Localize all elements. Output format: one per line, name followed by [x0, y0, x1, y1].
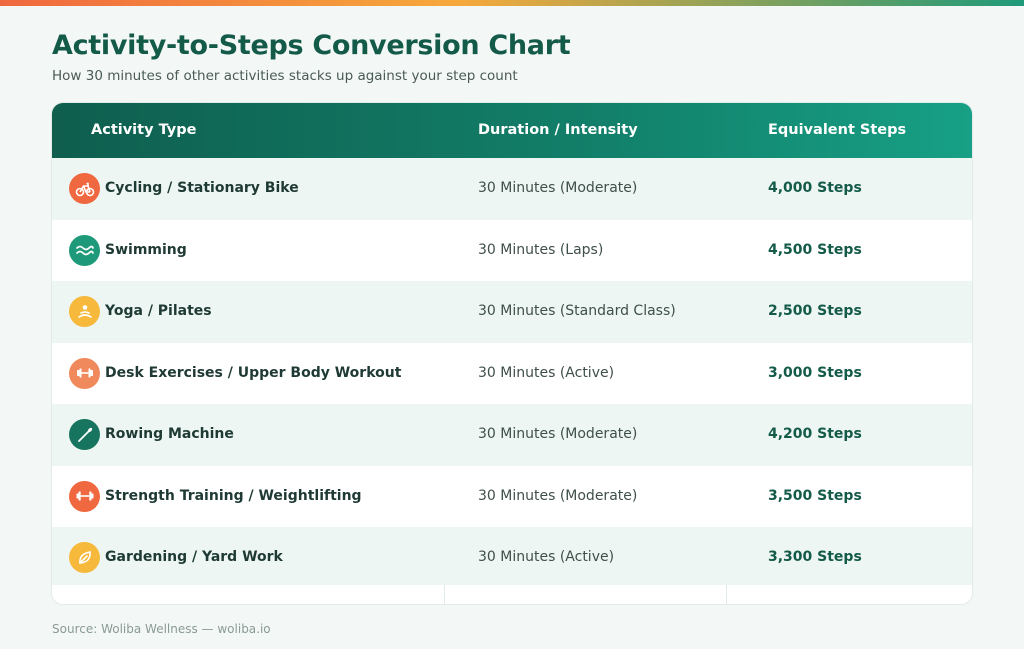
activity-name: Rowing Machine	[105, 426, 234, 442]
activity-name: Swimming	[105, 241, 187, 258]
steps-value: 4,200 Steps	[768, 426, 862, 442]
leaf-icon	[69, 542, 100, 573]
table-row: Strength Training / Weightlifting 30 Min…	[52, 466, 972, 528]
duration-text: 30 Minutes (Moderate)	[478, 487, 638, 504]
activity-name: Yoga / Pilates	[105, 303, 212, 319]
barbell-icon	[69, 480, 100, 512]
activity-name: Cycling / Stationary Bike	[105, 180, 299, 196]
page-title: Activity-to-Steps Conversion Chart	[52, 30, 571, 61]
bicycle-icon	[69, 173, 100, 204]
page-subtitle: How 30 minutes of other activities stack…	[52, 68, 518, 84]
table-row: Cycling / Stationary Bike 30 Minutes (Mo…	[52, 158, 972, 220]
duration-text: 30 Minutes (Active)	[478, 364, 615, 381]
source-credit: Source: Woliba Wellness — woliba.io	[52, 622, 271, 636]
steps-value: 3,500 Steps	[768, 487, 862, 504]
steps-value: 4,000 Steps	[768, 180, 862, 196]
waves-icon	[69, 234, 100, 266]
activity-name: Desk Exercises / Upper Body Workout	[105, 364, 402, 381]
table-header: Activity Type Duration / Intensity Equiv…	[52, 103, 972, 158]
meditation-icon	[69, 296, 100, 327]
duration-text: 30 Minutes (Active)	[478, 549, 615, 565]
steps-value: 2,500 Steps	[768, 303, 862, 319]
table-row: Yoga / Pilates 30 Minutes (Standard Clas…	[52, 281, 972, 343]
table-row: Desk Exercises / Upper Body Workout 30 M…	[52, 343, 972, 405]
duration-text: 30 Minutes (Laps)	[478, 241, 604, 258]
duration-text: 30 Minutes (Moderate)	[478, 426, 638, 442]
activity-name: Gardening / Yard Work	[105, 549, 283, 565]
duration-text: 30 Minutes (Moderate)	[478, 180, 638, 196]
table-body: Cycling / Stationary Bike 30 Minutes (Mo…	[52, 158, 972, 589]
column-divider	[444, 585, 445, 604]
table-bottom-padding	[52, 585, 972, 604]
steps-value: 4,500 Steps	[768, 241, 862, 258]
duration-text: 30 Minutes (Standard Class)	[478, 303, 676, 319]
column-header-activity: Activity Type	[91, 122, 197, 138]
steps-value: 3,000 Steps	[768, 364, 862, 381]
column-header-steps: Equivalent Steps	[768, 122, 907, 138]
table-row: Rowing Machine 30 Minutes (Moderate) 4,2…	[52, 404, 972, 466]
oar-icon	[69, 419, 100, 450]
column-divider	[726, 585, 727, 604]
dumbbell-icon	[69, 357, 100, 389]
column-header-duration: Duration / Intensity	[478, 122, 638, 138]
steps-value: 3,300 Steps	[768, 549, 862, 565]
activity-name: Strength Training / Weightlifting	[105, 487, 362, 504]
table-row: Swimming 30 Minutes (Laps) 4,500 Steps	[52, 220, 972, 282]
conversion-table: Activity Type Duration / Intensity Equiv…	[51, 102, 973, 605]
table-row: Gardening / Yard Work 30 Minutes (Active…	[52, 527, 972, 589]
top-accent-stripe	[0, 0, 1024, 6]
